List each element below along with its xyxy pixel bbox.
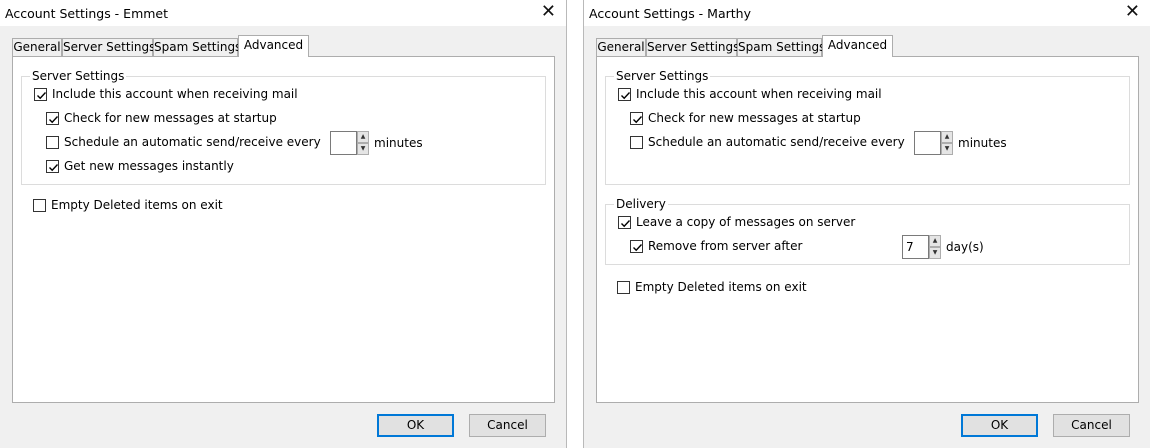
checkmark-icon [633,116,643,124]
tab-advanced[interactable]: Advanced [822,35,893,57]
checkmark-icon [621,220,631,228]
remove-after-label: Remove from server after [648,239,803,253]
include-account-label: Include this account when receiving mail [636,87,882,101]
remove-days-input[interactable]: 7 [902,235,929,259]
cancel-button[interactable]: Cancel [469,414,546,437]
advanced-panel: Server Settings Include this account whe… [596,56,1139,403]
check-at-startup-label: Check for new messages at startup [648,111,861,125]
include-account-checkbox[interactable] [618,88,631,101]
window-title: Account Settings - Emmet [5,6,169,21]
leave-copy-label: Leave a copy of messages on server [636,215,856,229]
schedule-minutes-spinner[interactable]: ▲ ▼ [330,131,370,155]
server-settings-group: Server Settings Include this account whe… [21,69,546,185]
get-instantly-label: Get new messages instantly [64,159,234,173]
checkmark-icon [633,244,643,252]
tab-spam-settings[interactable]: Spam Settings [153,38,241,56]
check-at-startup-checkbox[interactable] [630,112,643,125]
tab-general[interactable]: General [596,38,646,56]
ok-button[interactable]: OK [377,414,454,437]
close-icon[interactable]: ✕ [1125,2,1140,22]
schedule-checkbox[interactable] [46,136,59,149]
remove-days-unit: day(s) [946,240,984,254]
checkmark-icon [49,116,59,124]
get-instantly-checkbox[interactable] [46,160,59,173]
check-at-startup-label: Check for new messages at startup [64,111,277,125]
spin-up-arrow-icon[interactable]: ▲ [357,131,369,143]
title-bar: Account Settings - Marthy ✕ [584,0,1150,26]
spin-up-arrow-icon[interactable]: ▲ [929,235,941,247]
checkmark-icon [49,164,59,172]
empty-deleted-label: Empty Deleted items on exit [51,198,223,212]
ok-button[interactable]: OK [961,414,1038,437]
include-account-checkbox[interactable] [34,88,47,101]
schedule-minutes-unit: minutes [958,136,1007,150]
spin-up-arrow-icon[interactable]: ▲ [941,131,953,143]
check-at-startup-checkbox[interactable] [46,112,59,125]
server-settings-group: Server Settings Include this account whe… [605,69,1130,185]
spin-down-arrow-icon[interactable]: ▼ [357,143,369,155]
empty-deleted-checkbox[interactable] [617,281,630,294]
remove-days-spinner[interactable]: 7 ▲ ▼ [902,235,942,259]
empty-deleted-label: Empty Deleted items on exit [635,280,807,294]
title-bar: Account Settings - Emmet ✕ [0,0,566,26]
tab-server-settings[interactable]: Server Settings [62,38,155,56]
schedule-minutes-spinner[interactable]: ▲ ▼ [914,131,954,155]
schedule-label: Schedule an automatic send/receive every [64,135,321,149]
tab-spam-settings[interactable]: Spam Settings [737,38,825,56]
account-settings-window-emmet: Account Settings - Emmet ✕ General Serve… [0,0,567,448]
tab-advanced[interactable]: Advanced [238,35,309,57]
remove-after-checkbox[interactable] [630,240,643,253]
tab-general[interactable]: General [12,38,62,56]
close-icon[interactable]: ✕ [541,2,556,22]
schedule-checkbox[interactable] [630,136,643,149]
leave-copy-checkbox[interactable] [618,216,631,229]
checkmark-icon [621,92,631,100]
account-settings-window-marthy: Account Settings - Marthy ✕ General Serv… [583,0,1150,448]
tab-server-settings[interactable]: Server Settings [646,38,739,56]
schedule-label: Schedule an automatic send/receive every [648,135,905,149]
spin-down-arrow-icon[interactable]: ▼ [929,247,941,259]
delivery-group-title: Delivery [614,197,668,211]
schedule-minutes-input[interactable] [330,131,357,155]
empty-deleted-checkbox[interactable] [33,199,46,212]
spin-down-arrow-icon[interactable]: ▼ [941,143,953,155]
cancel-button[interactable]: Cancel [1053,414,1130,437]
window-title: Account Settings - Marthy [589,6,751,21]
server-settings-group-title: Server Settings [614,69,711,83]
delivery-group: Delivery Leave a copy of messages on ser… [605,197,1130,265]
checkmark-icon [37,92,47,100]
schedule-minutes-unit: minutes [374,136,423,150]
server-settings-group-title: Server Settings [30,69,127,83]
advanced-panel: Server Settings Include this account whe… [12,56,555,403]
include-account-label: Include this account when receiving mail [52,87,298,101]
schedule-minutes-input[interactable] [914,131,941,155]
